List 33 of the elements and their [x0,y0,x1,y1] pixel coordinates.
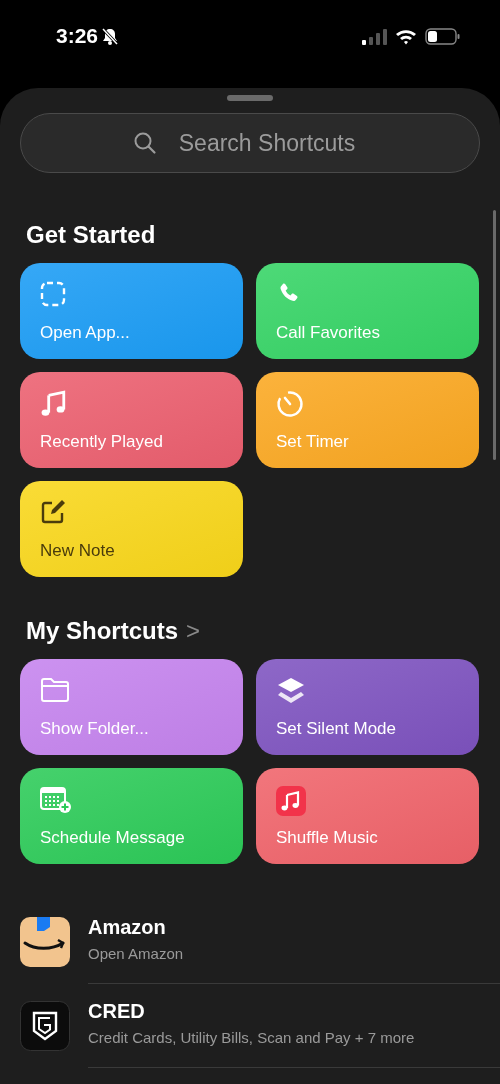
folder-icon [40,677,70,703]
sheet-grabber[interactable] [227,95,273,101]
section-title[interactable]: My Shortcuts [26,617,178,645]
smile-box-icon [20,917,70,967]
wifi-icon [395,28,417,45]
shortcut-tile[interactable]: New Note [20,481,243,577]
search-icon [133,131,157,155]
status-time: 3:26 [56,24,99,48]
shortcut-tile[interactable]: Set Silent Mode [256,659,479,755]
section-title: Get Started [26,221,157,249]
calendar-plus-icon [40,786,72,814]
app-name[interactable]: Amazon [88,915,500,939]
search-field[interactable]: Search Shortcuts [20,113,480,173]
music-app-icon [276,786,306,816]
app-name[interactable]: CRED [88,999,500,1023]
shortcut-tile[interactable]: Schedule Message [20,768,243,864]
chevron[interactable]: > [186,617,201,645]
app-subtitle: Open Amazon [88,944,185,962]
bell-slash-icon [102,27,119,45]
timer-icon [276,390,304,418]
shortcut-tile[interactable]: Show Folder... [20,659,243,755]
signal-icon [362,28,387,45]
app-subtitle: Credit Cards, Utility Bills, Scan and Pay + 7 more [88,1028,416,1046]
shortcut-tile[interactable]: Shuffle Music [256,768,479,864]
compose-icon [40,499,66,525]
dashed-square-icon [40,281,66,307]
shortcut-tile[interactable]: Call Favorites [256,263,479,359]
shortcut-tile[interactable]: Open App... [20,263,243,359]
battery-icon [425,28,460,45]
music-note-icon [40,390,66,418]
shield-icon [20,1001,70,1051]
shortcut-tile[interactable]: Recently Played [20,372,243,468]
shortcut-tile[interactable]: Set Timer [256,372,479,468]
